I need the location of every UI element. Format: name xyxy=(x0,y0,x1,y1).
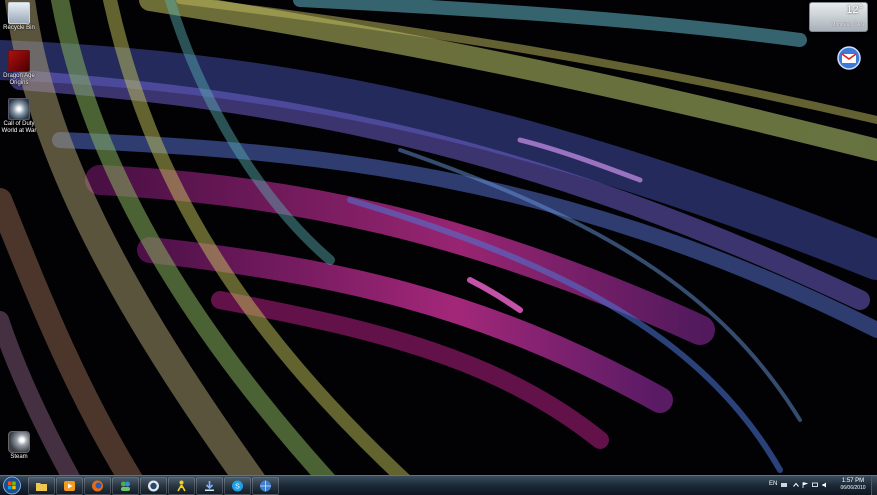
taskbar-download[interactable] xyxy=(196,477,223,495)
skype-icon: S xyxy=(232,480,243,492)
desktop-icon-label: Dragon Age Origins xyxy=(3,73,35,86)
taskbar: S EN 1:57 PM 06/06/2010 xyxy=(0,475,877,495)
desktop-icon-recycle-bin[interactable]: Recycle Bin xyxy=(0,2,38,32)
network-icon xyxy=(260,480,271,492)
weather-temperature: 12° xyxy=(846,4,863,16)
dragon-age-icon xyxy=(8,50,30,72)
call-of-duty-icon xyxy=(8,98,30,120)
network-status-icon[interactable] xyxy=(812,482,818,488)
taskbar-media-player[interactable] xyxy=(56,477,83,495)
steam-icon xyxy=(8,431,30,453)
weather-gadget[interactable]: 12° Montréal, CAN xyxy=(809,2,868,32)
recycle-bin-icon xyxy=(8,2,30,24)
taskbar-folder[interactable] xyxy=(28,477,55,495)
chevron-up-icon[interactable] xyxy=(793,482,799,488)
action-center-flag-icon[interactable] xyxy=(802,482,808,488)
desktop-icon-label: Call of Duty World at War xyxy=(1,121,37,134)
desktop-wallpaper xyxy=(0,0,877,494)
desktop-icon-steam[interactable]: Steam xyxy=(0,431,38,461)
messenger-icon xyxy=(121,481,130,491)
show-desktop-button[interactable] xyxy=(871,476,877,495)
svg-text:S: S xyxy=(235,484,240,491)
media-player-icon xyxy=(64,481,75,491)
folder-icon xyxy=(36,483,47,491)
clock-date: 06/06/2010 xyxy=(840,485,866,491)
taskbar-tweetdeck[interactable] xyxy=(140,477,167,495)
clock-time: 1:57 PM xyxy=(841,478,865,484)
taskbar-skype[interactable]: S xyxy=(224,477,251,495)
desktop-icon-label: Recycle Bin xyxy=(3,25,35,31)
taskbar-messenger[interactable] xyxy=(112,477,139,495)
start-button[interactable] xyxy=(1,476,23,495)
mail-gadget-icon[interactable] xyxy=(836,45,862,71)
taskbar-firefox[interactable] xyxy=(84,477,111,495)
taskbar-network[interactable] xyxy=(252,477,279,495)
system-tray: EN 1:57 PM 06/06/2010 xyxy=(762,476,877,495)
volume-icon[interactable] xyxy=(822,482,828,488)
clock[interactable]: 1:57 PM 06/06/2010 xyxy=(835,478,871,492)
desktop-icon-label: Steam xyxy=(10,454,28,460)
tweetdeck-icon xyxy=(148,480,159,492)
language-indicator[interactable]: EN xyxy=(769,481,777,487)
download-icon xyxy=(205,481,214,491)
weather-location: Montréal, CAN xyxy=(831,22,864,28)
taskbar-aim[interactable] xyxy=(168,477,195,495)
desktop-icon-call-of-duty[interactable]: Call of Duty World at War xyxy=(0,98,38,135)
firefox-icon xyxy=(92,480,103,492)
aim-icon xyxy=(177,480,186,492)
desktop-icon-dragon-age[interactable]: Dragon Age Origins xyxy=(0,50,38,87)
keyboard-icon[interactable] xyxy=(781,482,787,488)
